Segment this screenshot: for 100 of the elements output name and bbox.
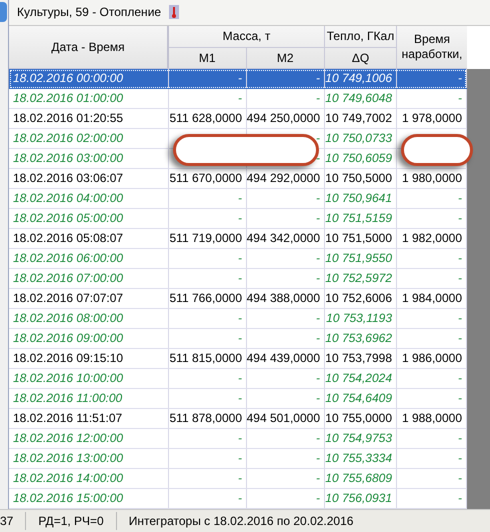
table-cell-text: - xyxy=(316,90,320,108)
table-cell-text: 10 751,5159 xyxy=(325,210,392,228)
date-cell-text: 18.02.2016 03:06:07 xyxy=(13,170,124,188)
table-cell-text: 10 752,6006 xyxy=(325,290,392,308)
table-cell-text: - xyxy=(238,390,242,408)
table-cell-text: 10 751,9550 xyxy=(325,250,392,268)
table-cell-text: 10 750,0733 xyxy=(325,130,392,148)
table-cell-text: 10 755,0000 xyxy=(325,410,392,428)
table-cell-text: - xyxy=(316,450,320,468)
table-cell-text: 1 988,0000 xyxy=(402,410,462,428)
table-cell-text: - xyxy=(316,130,320,148)
date-cell-text: 18.02.2016 08:00:00 xyxy=(13,310,124,328)
table-cell-text: - xyxy=(458,430,462,448)
table-cell-text: 494 292,0000 xyxy=(246,170,320,188)
table-cell-text: 10 750,5000 xyxy=(325,170,392,188)
table-cell-text: - xyxy=(458,310,462,328)
status-text: РД=1, РЧ=0 xyxy=(25,512,116,530)
table-cell-text: - xyxy=(238,330,242,348)
table-cell-text: 10 749,7002 xyxy=(325,110,392,128)
table-cell-text: - xyxy=(316,390,320,408)
table-cell-text: 1 980,0000 xyxy=(402,170,462,188)
date-cell-text: 18.02.2016 05:08:07 xyxy=(13,230,124,248)
date-cell-text: 18.02.2016 03:00:00 xyxy=(13,150,124,168)
table-cell-text: 494 501,0000 xyxy=(246,410,320,428)
column-header[interactable]: Дата - Время xyxy=(51,38,125,56)
column-group-header: Масса, т xyxy=(222,28,270,46)
table-cell-text: - xyxy=(238,470,242,488)
table-cell-text: 10 751,5000 xyxy=(325,230,392,248)
table-cell-text: 1 982,0000 xyxy=(402,230,462,248)
date-cell-text: 18.02.2016 12:00:00 xyxy=(13,430,124,448)
table-cell-text: 10 755,6809 xyxy=(325,470,392,488)
table-cell-text: - xyxy=(458,450,462,468)
table-cell-text: - xyxy=(458,90,462,108)
table-cell-text: - xyxy=(458,70,462,88)
date-cell-text: 18.02.2016 05:00:00 xyxy=(13,210,124,228)
table-cell-text: 511 815,0000 xyxy=(169,350,242,368)
table-cell-text: - xyxy=(238,450,242,468)
thermometer-icon xyxy=(169,5,180,20)
table-cell-text: 511 628,0000 xyxy=(169,110,242,128)
table-cell-text: 511 670,0000 xyxy=(169,170,242,188)
table-cell-text: 511 878,0000 xyxy=(169,410,242,428)
table-cell-text: 10 754,6409 xyxy=(325,390,392,408)
table-cell-text: 494 342,0000 xyxy=(246,230,320,248)
table-cell-text: 10 750,6059 xyxy=(325,150,392,168)
table-cell-text: - xyxy=(458,490,462,508)
date-cell-text: 18.02.2016 07:00:00 xyxy=(13,270,124,288)
table-cell-text: - xyxy=(316,250,320,268)
table-cell-text: 10 749,6048 xyxy=(325,90,392,108)
date-cell-text: 18.02.2016 07:07:07 xyxy=(13,290,124,308)
selected-row[interactable]: 18.02.2016 00:00:00 - - 10 749,1006 - xyxy=(9,68,467,89)
table-cell-text: - xyxy=(316,210,320,228)
panel-button[interactable] xyxy=(0,2,7,22)
date-cell-text: 18.02.2016 11:00:00 xyxy=(13,390,122,408)
table-cell-text: - xyxy=(458,330,462,348)
date-cell-text: 18.02.2016 14:00:00 xyxy=(13,470,124,488)
table-cell-text: 494 388,0000 xyxy=(246,290,320,308)
date-cell-text: 18.02.2016 15:00:00 xyxy=(13,490,124,508)
table-cell-text: - xyxy=(316,190,320,208)
column-header[interactable]: ΔQ xyxy=(352,48,370,67)
table-cell-text: 10 753,1193 xyxy=(326,310,392,328)
table-cell-text: - xyxy=(458,370,462,388)
table-cell-text: 494 439,0000 xyxy=(246,350,320,368)
table-cell-text: - xyxy=(316,270,320,288)
table-cell-text: - xyxy=(458,250,462,268)
table-cell-text: 511 766,0000 xyxy=(169,290,242,308)
date-cell-text: 18.02.2016 11:51:07 xyxy=(13,410,122,428)
table-cell-text: - xyxy=(316,70,320,88)
table-cell-text: - xyxy=(238,210,242,228)
table-cell-text: - xyxy=(238,370,242,388)
date-cell-text: 18.02.2016 09:00:00 xyxy=(13,330,124,348)
date-cell-text: 18.02.2016 01:00:00 xyxy=(13,90,124,108)
table-cell-text: - xyxy=(238,90,242,108)
table-cell-text: - xyxy=(238,310,242,328)
table-cell-text: - xyxy=(238,270,242,288)
table-cell-text: - xyxy=(458,470,462,488)
date-cell-text: 18.02.2016 06:00:00 xyxy=(13,250,124,268)
table-cell-text: - xyxy=(458,270,462,288)
date-cell-text: 18.02.2016 00:00:00 xyxy=(13,70,124,88)
table-cell-text: - xyxy=(458,210,462,228)
column-header[interactable]: М2 xyxy=(276,48,294,67)
table-cell-text: 10 750,9641 xyxy=(325,190,392,208)
date-cell-text: 18.02.2016 04:00:00 xyxy=(13,190,124,208)
table-cell-text: 10 755,3334 xyxy=(325,450,392,468)
table-cell-text: - xyxy=(458,390,462,408)
date-cell-text: 18.02.2016 01:20:55 xyxy=(13,110,124,128)
table-cell-text: - xyxy=(316,150,320,168)
table-cell-text: 1 978,0000 xyxy=(402,110,462,128)
date-cell-text: 18.02.2016 10:00:00 xyxy=(13,370,124,388)
table-cell-text: 10 754,2024 xyxy=(325,370,392,388)
date-cell-text: 18.02.2016 09:15:10 xyxy=(13,350,124,368)
table-cell-text: 10 749,1006 xyxy=(325,70,392,88)
window-title: Культуры, 59 - Отопление xyxy=(17,4,162,22)
column-header[interactable]: Время наработки, xyxy=(401,32,463,62)
table-cell-text: - xyxy=(316,470,320,488)
table-cell-text: 10 752,5972 xyxy=(325,270,392,288)
table-cell-text: 511 719,0000 xyxy=(169,230,242,248)
table-cell-text: 10 754,9753 xyxy=(325,430,392,448)
column-header[interactable]: М1 xyxy=(198,48,216,67)
table-cell-text: 1 986,0000 xyxy=(402,350,462,368)
table-cell-text: - xyxy=(316,430,320,448)
